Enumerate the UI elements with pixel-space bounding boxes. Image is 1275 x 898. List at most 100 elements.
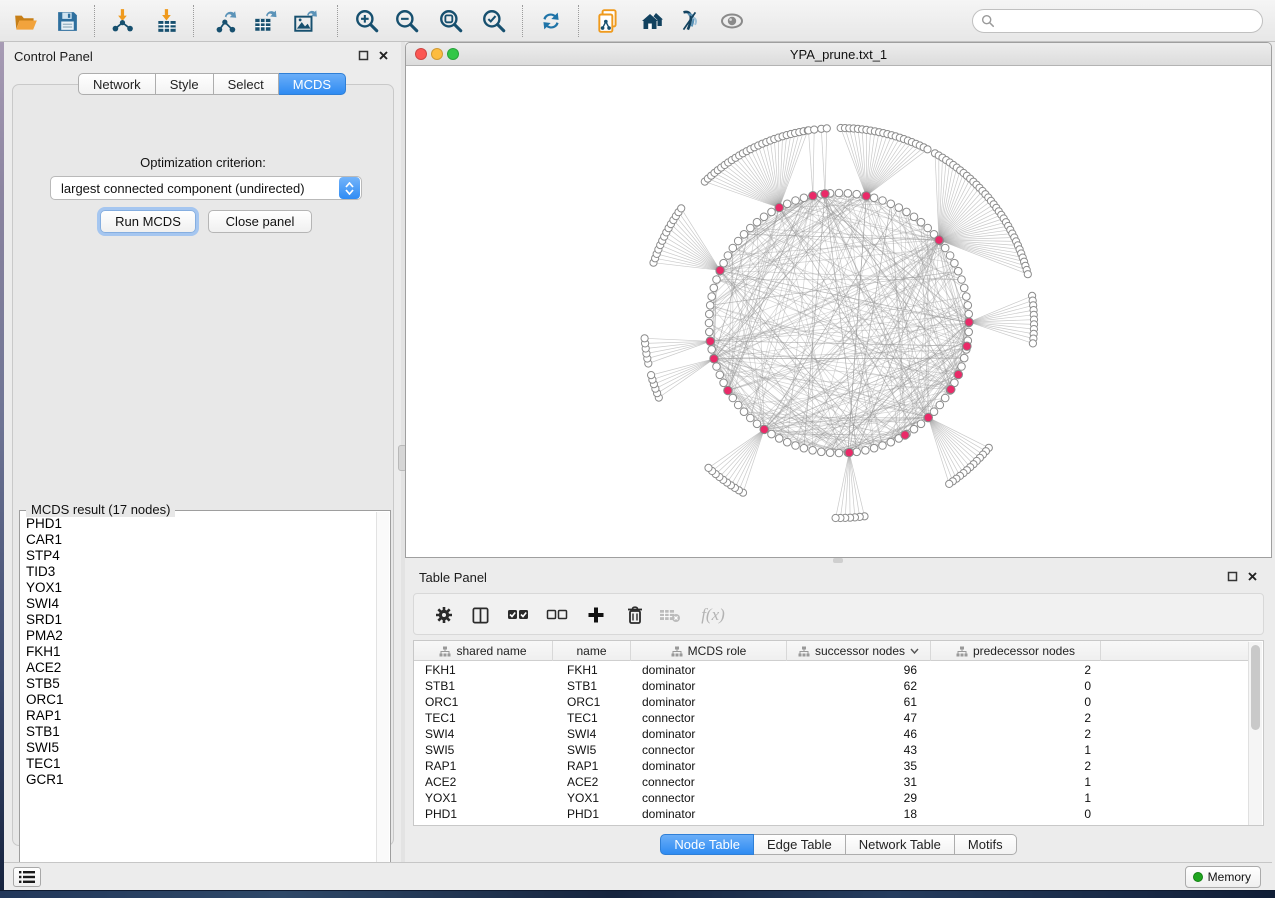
table-settings-gear-icon[interactable] xyxy=(431,602,457,628)
table-cell[interactable]: 43 xyxy=(787,742,931,758)
mcds-result-item[interactable]: TEC1 xyxy=(26,756,377,772)
table-cell[interactable]: 31 xyxy=(787,774,931,790)
zoom-out-icon[interactable] xyxy=(393,7,421,35)
mcds-result-item[interactable]: SWI5 xyxy=(26,740,377,756)
export-image-icon[interactable] xyxy=(291,7,319,35)
table-cell[interactable]: 0 xyxy=(931,678,1101,694)
table-cell[interactable]: 2 xyxy=(931,758,1101,774)
table-cell[interactable]: SWI5 xyxy=(414,742,553,758)
network-window-titlebar[interactable]: YPA_prune.txt_1 xyxy=(406,43,1271,66)
table-cell[interactable]: YOX1 xyxy=(553,790,631,806)
tab-mcds[interactable]: MCDS xyxy=(279,73,346,95)
table-cell[interactable]: dominator xyxy=(631,806,787,822)
mcds-result-item[interactable]: SWI4 xyxy=(26,596,377,612)
close-panel-button[interactable]: Close panel xyxy=(208,210,312,233)
table-scrollbar-thumb[interactable] xyxy=(1251,645,1260,730)
import-table-icon[interactable] xyxy=(153,7,181,35)
task-history-button[interactable] xyxy=(13,867,41,887)
tab-style[interactable]: Style xyxy=(156,73,214,95)
mcds-result-item[interactable]: SRD1 xyxy=(26,612,377,628)
table-cell[interactable]: PHD1 xyxy=(414,806,553,822)
import-network-icon[interactable] xyxy=(109,7,137,35)
table-row[interactable]: PHD1PHD1dominator180 xyxy=(414,806,1249,822)
table-cell[interactable]: SWI4 xyxy=(553,726,631,742)
table-cell[interactable]: 0 xyxy=(931,806,1101,822)
table-cell[interactable]: dominator xyxy=(631,694,787,710)
table-row[interactable]: FKH1FKH1dominator962 xyxy=(414,662,1249,678)
tab-network-table[interactable]: Network Table xyxy=(846,834,955,855)
column-header-predecessor-nodes[interactable]: predecessor nodes xyxy=(931,641,1101,661)
table-cell[interactable]: 61 xyxy=(787,694,931,710)
table-cell[interactable]: ACE2 xyxy=(414,774,553,790)
table-cell[interactable]: connector xyxy=(631,790,787,806)
table-cell[interactable]: dominator xyxy=(631,726,787,742)
memory-button[interactable]: Memory xyxy=(1185,866,1261,888)
table-cell[interactable]: YOX1 xyxy=(414,790,553,806)
select-all-icon[interactable] xyxy=(505,602,531,628)
mcds-result-item[interactable]: CAR1 xyxy=(26,532,377,548)
table-cell[interactable]: RAP1 xyxy=(414,758,553,774)
run-mcds-button[interactable]: Run MCDS xyxy=(100,210,196,233)
table-cell[interactable]: 47 xyxy=(787,710,931,726)
table-cell[interactable]: dominator xyxy=(631,758,787,774)
table-cell[interactable]: 1 xyxy=(931,742,1101,758)
table-cell[interactable]: 2 xyxy=(931,710,1101,726)
tab-node-table[interactable]: Node Table xyxy=(660,834,754,855)
table-scrollbar[interactable] xyxy=(1248,642,1262,825)
table-cell[interactable]: dominator xyxy=(631,662,787,678)
mcds-result-item[interactable]: YOX1 xyxy=(26,580,377,596)
eye-icon[interactable] xyxy=(718,7,746,35)
zoom-in-icon[interactable] xyxy=(353,7,381,35)
table-cell[interactable]: ORC1 xyxy=(553,694,631,710)
table-cell[interactable]: 1 xyxy=(931,774,1101,790)
table-cell[interactable]: 96 xyxy=(787,662,931,678)
table-cell[interactable]: 62 xyxy=(787,678,931,694)
table-cell[interactable]: 29 xyxy=(787,790,931,806)
mcds-result-item[interactable]: PMA2 xyxy=(26,628,377,644)
export-table-icon[interactable] xyxy=(251,7,279,35)
table-cell[interactable]: ACE2 xyxy=(553,774,631,790)
table-cell[interactable]: 18 xyxy=(787,806,931,822)
search-input[interactable] xyxy=(1000,14,1240,28)
table-row[interactable]: SWI4SWI4dominator462 xyxy=(414,726,1249,742)
optimization-criterion-select[interactable]: largest connected component (undirected) xyxy=(50,176,362,200)
save-icon[interactable] xyxy=(53,7,81,35)
table-cell[interactable]: SWI5 xyxy=(553,742,631,758)
first-neighbors-icon[interactable] xyxy=(636,7,664,35)
column-header-shared-name[interactable]: shared name xyxy=(414,641,553,661)
mcds-list-scrollbar[interactable] xyxy=(376,512,389,879)
close-panel-icon[interactable] xyxy=(1247,571,1258,582)
tab-network[interactable]: Network xyxy=(78,73,156,95)
tab-motifs[interactable]: Motifs xyxy=(955,834,1017,855)
float-panel-icon[interactable] xyxy=(1227,571,1238,582)
table-cell[interactable]: SWI4 xyxy=(414,726,553,742)
table-row[interactable]: TEC1TEC1connector472 xyxy=(414,710,1249,726)
network-view[interactable] xyxy=(406,66,1272,558)
mcds-result-item[interactable]: STP4 xyxy=(26,548,377,564)
table-cell[interactable]: ORC1 xyxy=(414,694,553,710)
table-row[interactable]: ACE2ACE2connector311 xyxy=(414,774,1249,790)
refresh-icon[interactable] xyxy=(537,7,565,35)
table-cell[interactable]: PHD1 xyxy=(553,806,631,822)
table-row[interactable]: YOX1YOX1connector291 xyxy=(414,790,1249,806)
table-row[interactable]: ORC1ORC1dominator610 xyxy=(414,694,1249,710)
table-cell[interactable]: 46 xyxy=(787,726,931,742)
mcds-result-item[interactable]: ORC1 xyxy=(26,692,377,708)
add-column-icon[interactable] xyxy=(583,602,609,628)
show-columns-icon[interactable] xyxy=(467,602,493,628)
table-cell[interactable]: STB1 xyxy=(414,678,553,694)
table-cell[interactable]: TEC1 xyxy=(414,710,553,726)
mcds-result-item[interactable]: PHD1 xyxy=(26,516,377,532)
table-cell[interactable]: 1 xyxy=(931,790,1101,806)
table-row[interactable]: RAP1RAP1dominator352 xyxy=(414,758,1249,774)
mcds-result-item[interactable]: FKH1 xyxy=(26,644,377,660)
open-folder-icon[interactable] xyxy=(12,7,40,35)
tab-select[interactable]: Select xyxy=(214,73,279,95)
mcds-result-item[interactable]: RAP1 xyxy=(26,708,377,724)
table-cell[interactable]: TEC1 xyxy=(553,710,631,726)
table-row[interactable]: STB1STB1dominator620 xyxy=(414,678,1249,694)
tab-edge-table[interactable]: Edge Table xyxy=(754,834,846,855)
table-row[interactable]: SWI5SWI5connector431 xyxy=(414,742,1249,758)
deselect-all-icon[interactable] xyxy=(544,602,570,628)
delete-column-icon[interactable] xyxy=(622,602,648,628)
